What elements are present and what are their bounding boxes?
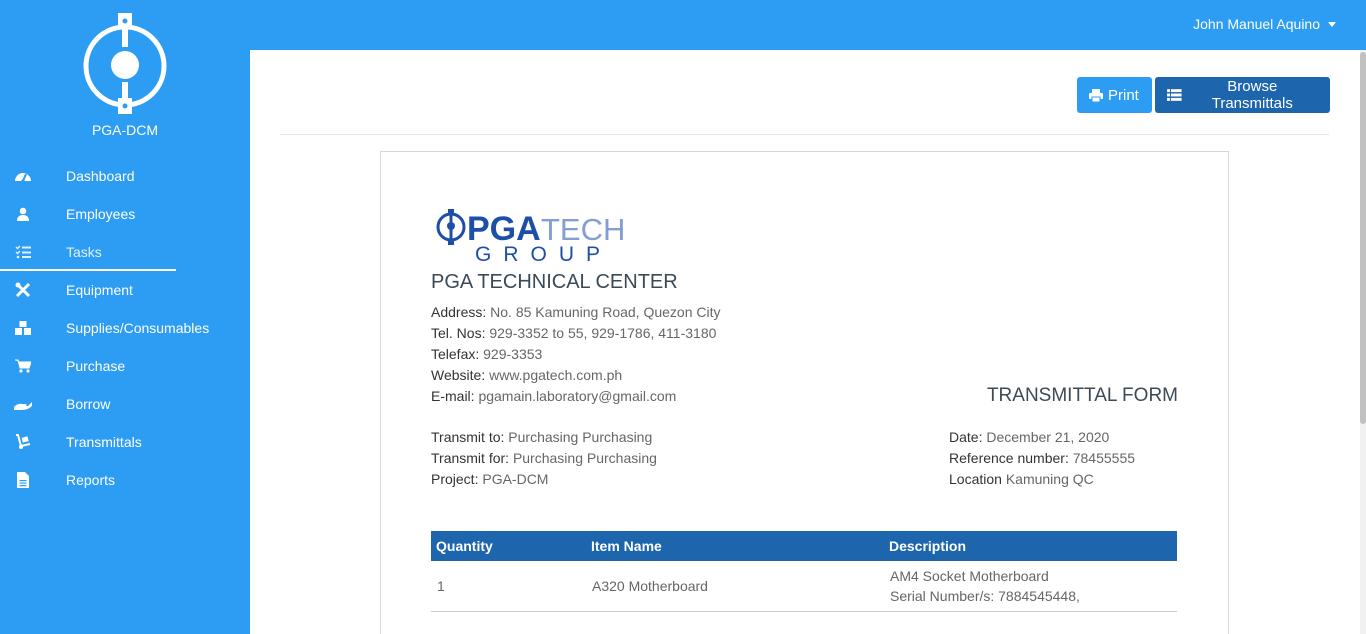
company-name: PGA TECHNICAL CENTER — [431, 271, 678, 293]
sidebar-item-label: Reports — [66, 472, 116, 488]
transmittal-document: PGA TECH GROUP PGA TECHNICAL CENTER Addr… — [380, 151, 1229, 634]
header-quantity: Quantity — [431, 531, 586, 561]
cell-item-name: A320 Motherboard — [586, 561, 884, 612]
items-table: Quantity Item Name Description 1 A320 Mo… — [431, 531, 1177, 612]
sidebar-item-borrow[interactable]: Borrow — [0, 385, 250, 423]
location: Location Kamuning QC — [949, 471, 1094, 487]
table-row: 1 A320 Motherboard AM4 Socket Motherboar… — [431, 561, 1177, 612]
file-icon — [14, 471, 32, 489]
cell-description: AM4 Socket Motherboard Serial Number/s: … — [884, 561, 1177, 612]
cart-icon — [14, 357, 32, 375]
divider — [280, 134, 1329, 135]
address-line: Address: No. 85 Kamuning Road, Quezon Ci… — [431, 304, 721, 320]
logo-text-tech: TECH — [541, 212, 625, 247]
browse-transmittals-button[interactable]: Browse Transmittals — [1155, 77, 1330, 113]
dashboard-icon — [14, 167, 32, 185]
user-menu-dropdown[interactable]: John Manuel Aquino — [1193, 16, 1336, 32]
reference-number: Reference number: 78455555 — [949, 450, 1136, 466]
sidebar-nav: Dashboard Employees Tasks Equipment Supp… — [0, 157, 250, 499]
sidebar: PGA-DCM Dashboard Employees Tasks Equipm… — [0, 0, 250, 634]
print-button[interactable]: Print — [1077, 77, 1152, 113]
logo-text-group: GROUP — [475, 243, 612, 263]
transmit-to: Transmit to: Purchasing Purchasing — [431, 429, 653, 445]
email-line: E-mail: pgamain.laboratory@gmail.com — [431, 388, 677, 404]
sidebar-item-label: Transmittals — [66, 434, 142, 450]
sidebar-item-supplies[interactable]: Supplies/Consumables — [0, 309, 250, 347]
sidebar-item-equipment[interactable]: Equipment — [0, 271, 250, 309]
brand-logo-icon — [83, 13, 167, 114]
sidebar-item-tasks[interactable]: Tasks — [0, 233, 250, 271]
transmit-details: Transmit to: Purchasing Purchasing Trans… — [431, 427, 657, 490]
header-item-name: Item Name — [586, 531, 884, 561]
company-logo: PGA TECH GROUP — [436, 209, 625, 263]
toolbar: Print Browse Transmittals — [1077, 77, 1330, 113]
sidebar-item-label: Borrow — [66, 396, 111, 412]
hand-icon — [14, 395, 32, 413]
print-icon — [1089, 88, 1103, 102]
website-line: Website: www.pgatech.com.ph — [431, 367, 623, 383]
header-description: Description — [884, 531, 1177, 561]
browse-button-label: Browse Transmittals — [1211, 78, 1293, 112]
sidebar-item-dashboard[interactable]: Dashboard — [0, 157, 250, 195]
table-header-row: Quantity Item Name Description — [431, 531, 1177, 561]
user-name: John Manuel Aquino — [1193, 16, 1320, 32]
telefax-line: Telefax: 929-3353 — [431, 346, 543, 362]
scrollbar-thumb[interactable] — [1360, 52, 1366, 424]
print-button-label: Print — [1108, 86, 1139, 104]
sidebar-item-purchase[interactable]: Purchase — [0, 347, 250, 385]
user-icon — [14, 205, 32, 223]
project: Project: PGA-DCM — [431, 471, 549, 487]
date: Date: December 21, 2020 — [949, 429, 1110, 445]
sidebar-item-label: Purchase — [66, 358, 126, 374]
form-title: TRANSMITTAL FORM — [986, 385, 1178, 406]
sidebar-brand[interactable]: PGA-DCM — [0, 10, 250, 138]
transmit-for: Transmit for: Purchasing Purchasing — [431, 450, 657, 466]
description-serial: Serial Number/s: 7884545448, — [890, 587, 1080, 604]
sidebar-item-label: Dashboard — [66, 168, 135, 184]
sidebar-item-label: Tasks — [66, 244, 102, 260]
sidebar-item-reports[interactable]: Reports — [0, 461, 250, 499]
main-content: Print Browse Transmittals PGA TECH GROUP… — [250, 50, 1360, 634]
company-info: Address: No. 85 Kamuning Road, Quezon Ci… — [431, 302, 721, 407]
cell-quantity: 1 — [431, 561, 586, 612]
sidebar-item-label: Equipment — [66, 282, 133, 298]
boxes-icon — [14, 319, 32, 337]
tasks-icon — [14, 243, 32, 261]
brand-name: PGA-DCM — [91, 122, 159, 138]
form-meta: Date: December 21, 2020 Reference number… — [949, 427, 1135, 490]
tel-line: Tel. Nos: 929-3352 to 55, 929-1786, 411-… — [431, 325, 717, 341]
sidebar-item-employees[interactable]: Employees — [0, 195, 250, 233]
sidebar-item-transmittals[interactable]: Transmittals — [0, 423, 250, 461]
caret-down-icon — [1328, 22, 1336, 27]
tools-icon — [14, 281, 32, 299]
sidebar-item-label: Supplies/Consumables — [66, 320, 210, 336]
description-line: AM4 Socket Motherboard — [890, 567, 1049, 584]
dolly-icon — [14, 433, 32, 451]
list-icon — [1167, 89, 1182, 101]
sidebar-item-label: Employees — [66, 206, 136, 222]
